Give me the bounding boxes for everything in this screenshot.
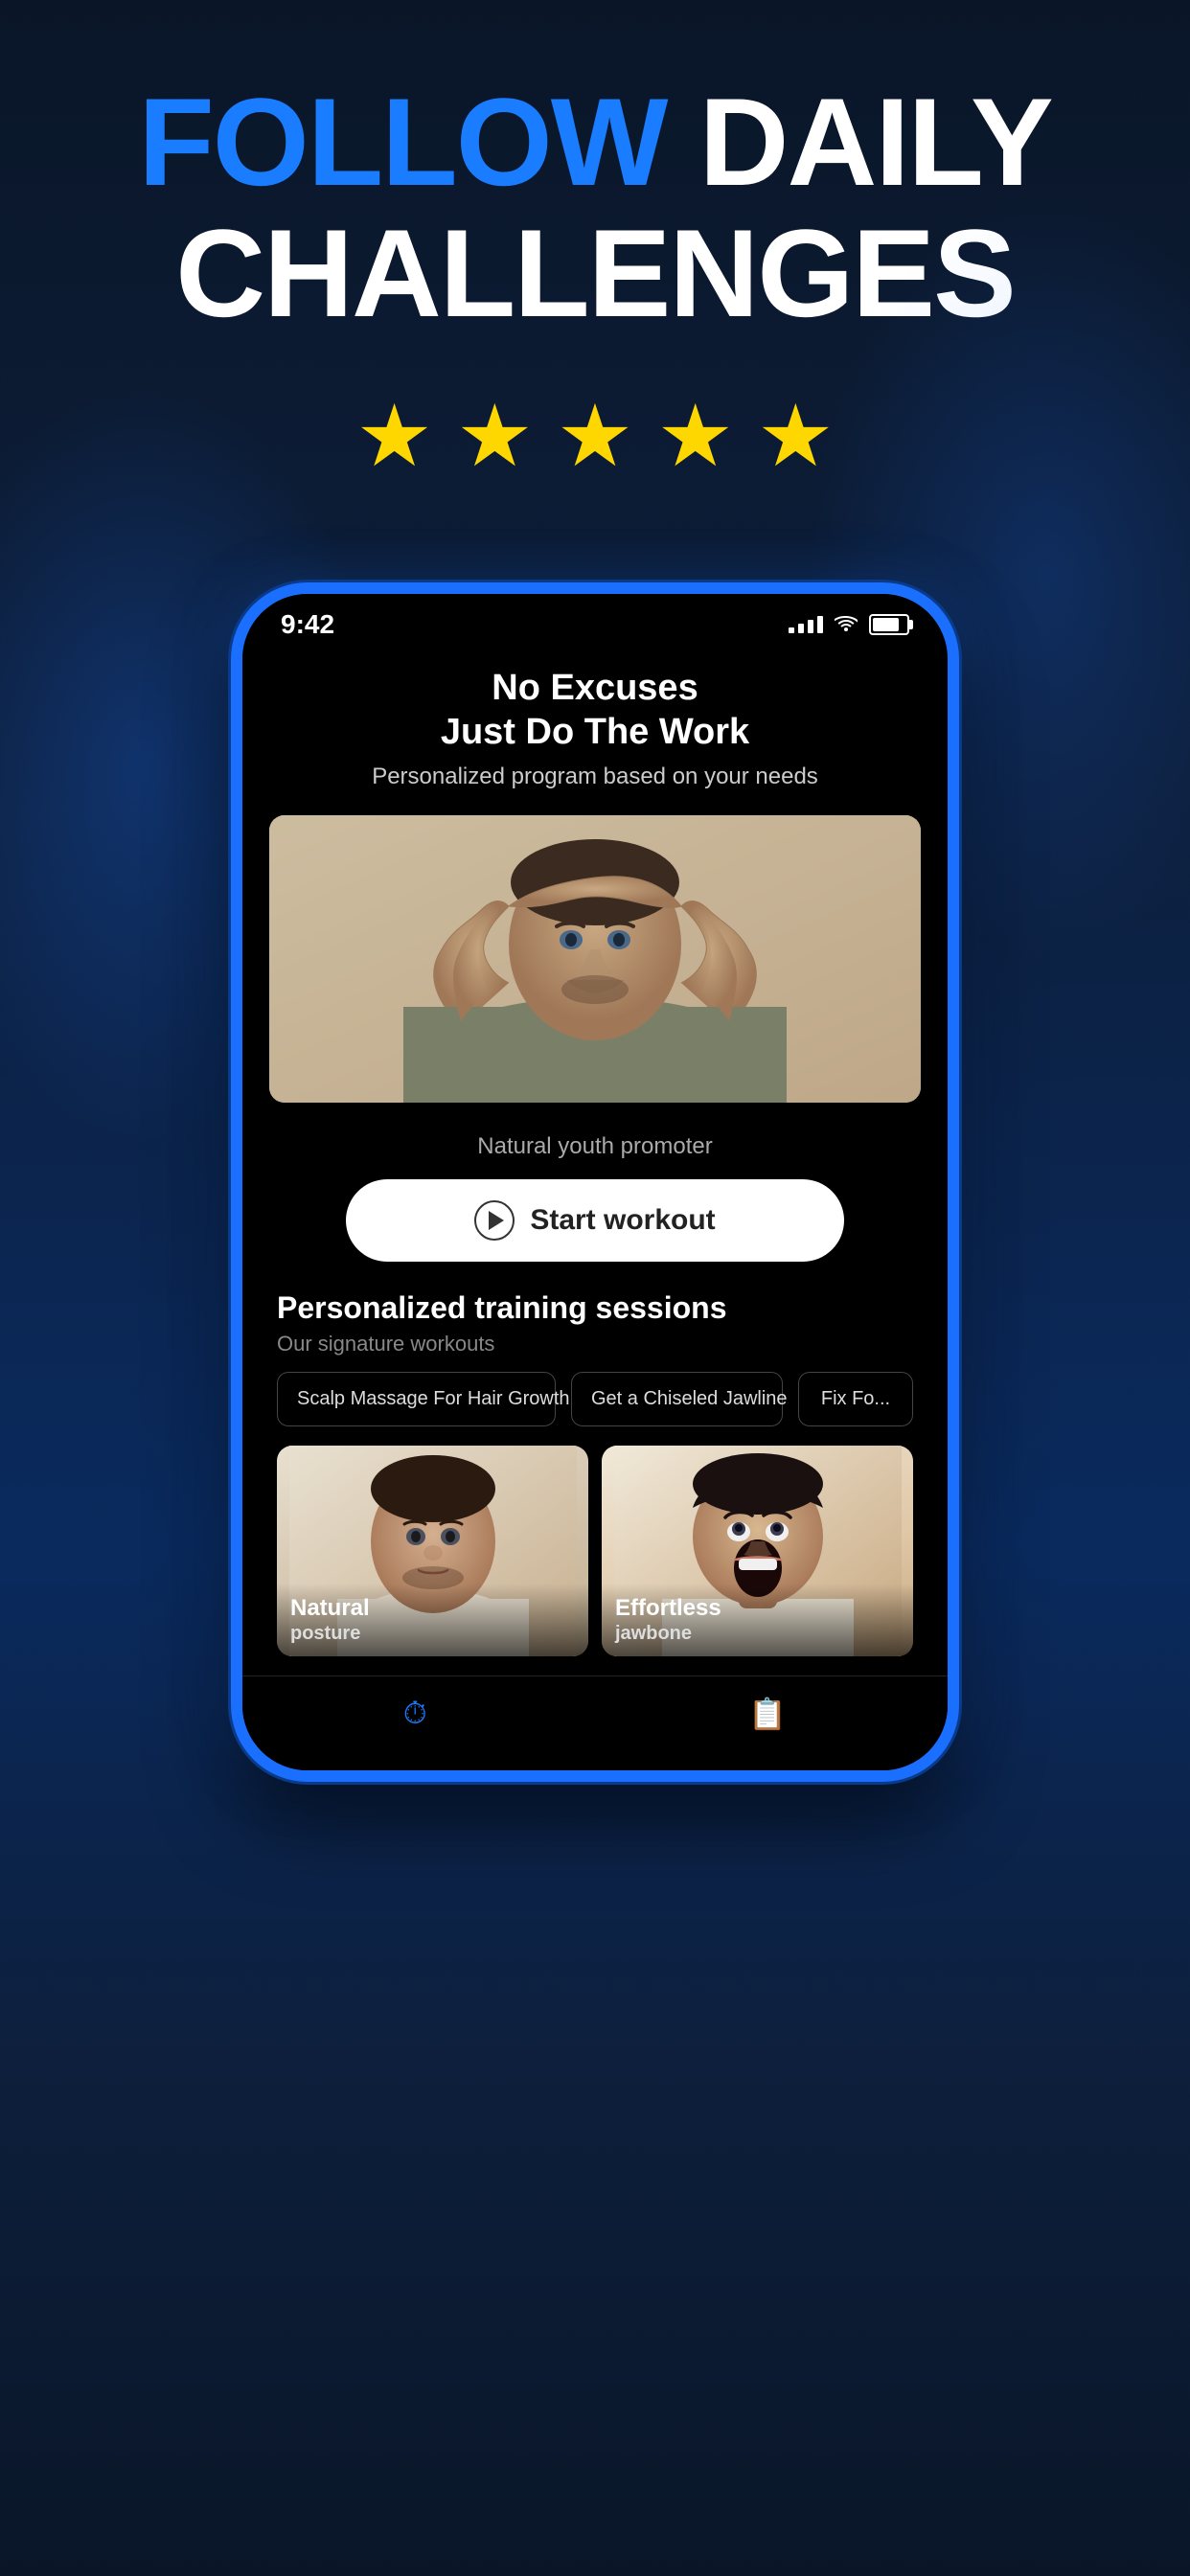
hero-image <box>269 815 921 1103</box>
stars-row: ★ ★ ★ ★ ★ <box>57 386 1133 487</box>
signal-icon <box>789 616 823 633</box>
phone-content: No ExcusesJust Do The Work Personalized … <box>242 648 948 1770</box>
header-section: FOLLOW DAILY CHALLENGES ★ ★ ★ ★ ★ <box>0 0 1190 582</box>
workout-cards-row: Natural posture <box>277 1446 913 1656</box>
phone-frame: 9:42 <box>231 582 959 1782</box>
status-bar: 9:42 <box>242 594 948 648</box>
headline-follow: FOLLOW <box>138 72 698 212</box>
page-wrapper: FOLLOW DAILY CHALLENGES ★ ★ ★ ★ ★ 9:42 <box>0 0 1190 2576</box>
bottom-nav: ⏱ 📋 <box>242 1676 948 1742</box>
headline-challenges: CHALLENGES <box>175 203 1015 343</box>
training-title: Personalized training sessions <box>277 1290 913 1326</box>
card-natural-label: Natural <box>290 1595 370 1621</box>
status-time: 9:42 <box>281 609 334 640</box>
timer-icon: ⏱ <box>403 1696 427 1732</box>
phone-mockup: 9:42 <box>231 582 959 1782</box>
pill-fix[interactable]: Fix Fo... <box>798 1372 913 1426</box>
app-subtitle: Personalized program based on your needs <box>281 764 909 790</box>
card-effortless[interactable]: Effortless jawbone <box>602 1446 913 1656</box>
battery-icon <box>869 614 909 635</box>
clipboard-icon: 📋 <box>748 1696 787 1732</box>
play-icon <box>474 1200 515 1241</box>
pill-jawline[interactable]: Get a Chiseled Jawline <box>571 1372 783 1426</box>
start-workout-button[interactable]: Start workout <box>346 1179 844 1262</box>
app-title: No ExcusesJust Do The Work <box>281 667 909 754</box>
pill-scalp-massage[interactable]: Scalp Massage For Hair Growth <box>277 1372 556 1426</box>
star-3: ★ <box>557 386 634 487</box>
status-icons <box>789 612 909 637</box>
card-natural[interactable]: Natural posture <box>277 1446 588 1656</box>
card-effortless-label: Effortless <box>615 1595 721 1621</box>
start-workout-label: Start workout <box>530 1204 715 1237</box>
star-2: ★ <box>456 386 534 487</box>
nav-clipboard[interactable]: 📋 <box>748 1696 787 1732</box>
wifi-icon <box>835 612 858 637</box>
promo-text: Natural youth promoter <box>242 1118 948 1170</box>
training-subtitle: Our signature workouts <box>277 1332 913 1356</box>
workout-pills: Scalp Massage For Hair Growth Get a Chis… <box>277 1372 913 1426</box>
nav-timer[interactable]: ⏱ <box>403 1696 427 1732</box>
main-headline: FOLLOW DAILY CHALLENGES <box>57 77 1133 338</box>
training-section: Personalized training sessions Our signa… <box>242 1271 948 1656</box>
star-5: ★ <box>757 386 835 487</box>
star-4: ★ <box>656 386 734 487</box>
app-header: No ExcusesJust Do The Work Personalized … <box>242 648 948 800</box>
star-1: ★ <box>355 386 433 487</box>
headline-daily: DAILY <box>699 72 1052 212</box>
